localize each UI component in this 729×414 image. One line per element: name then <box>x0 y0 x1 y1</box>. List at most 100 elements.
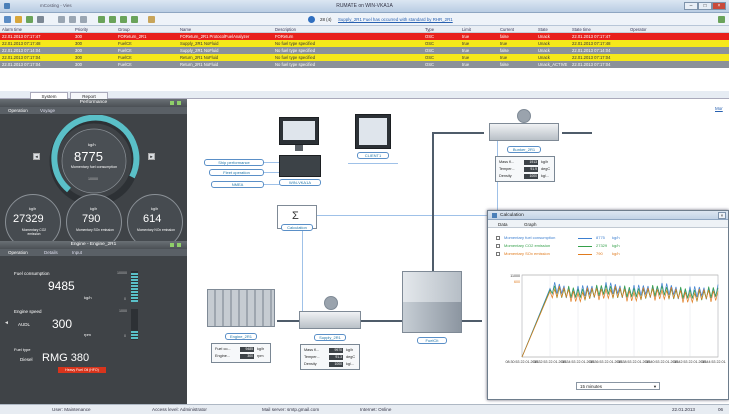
alarm-row[interactable]: 22.01.2013 07:14:04 300 FuelCIt Supply_2R1 … <box>0 47 729 54</box>
alarm-row[interactable]: 22.01.2013 07:17:47 300 FOReturn_2R1 FORetu… <box>0 33 729 40</box>
engine-speed-value: 300 <box>52 317 73 331</box>
fuel-tank-icon[interactable] <box>402 271 462 333</box>
monitor-icon[interactable] <box>279 117 319 145</box>
subtab-engine-input[interactable]: Input <box>72 249 82 256</box>
column-header[interactable]: Description <box>275 26 296 33</box>
sigma-symbol: Σ <box>292 210 299 222</box>
alarm-cell: false <box>500 34 509 39</box>
gauge-left-button[interactable]: ◄ <box>33 153 40 160</box>
legend-swatch <box>578 238 592 239</box>
speed-left-button[interactable]: ◄ <box>4 320 9 326</box>
refresh-icon[interactable] <box>69 16 76 23</box>
server-node[interactable]: WIN-VKA1A <box>279 179 321 186</box>
more-link[interactable]: Mor <box>715 106 723 111</box>
engine-close-icon[interactable] <box>177 243 181 247</box>
column-header[interactable]: State <box>538 26 548 33</box>
column-header[interactable]: Type <box>425 26 434 33</box>
time-range-dropdown[interactable]: 15 minutes ▼ <box>576 382 660 390</box>
client-node[interactable]: CLIENT1 <box>357 152 389 159</box>
bunker-flowmeter-icon[interactable] <box>489 123 559 141</box>
ship-performance-node[interactable]: Ship performance <box>204 159 264 166</box>
legend-unit: kg/h <box>612 243 620 248</box>
supply-flowmeter-icon[interactable] <box>299 311 361 329</box>
alarm-cell: 300 <box>75 34 82 39</box>
nmea-node[interactable]: NMEA <box>211 181 264 188</box>
calc-tab-data[interactable]: Data <box>498 222 508 227</box>
supply-node[interactable]: Supply_2R1 <box>314 334 346 341</box>
engine-pin-icon[interactable] <box>170 243 174 247</box>
column-header[interactable]: Priority <box>75 26 88 33</box>
alarm-row[interactable]: 22.01.2013 07:17:04 300 FuelCIt Return_2R1 … <box>0 54 729 61</box>
check-icon[interactable] <box>718 16 725 23</box>
alarm-row[interactable]: 22.01.2013 07:17:04 300 FuelCIt Return_2R1 … <box>0 61 729 68</box>
minimize-button[interactable]: – <box>684 2 698 10</box>
alarm-cell: FuelCIt <box>118 62 132 67</box>
pipe <box>432 132 484 134</box>
alarm-cell: Supply_2R1 NoFluid <box>180 41 219 46</box>
legend-swatch <box>578 254 592 255</box>
left-panel: Performance Operation Voyage kg/h 8775 M… <box>0 99 187 404</box>
alarm-cell: Unack <box>538 34 550 39</box>
alarm-icon[interactable] <box>15 16 22 23</box>
column-header[interactable]: Limit <box>462 26 471 33</box>
print-icon[interactable] <box>37 16 44 23</box>
legend-value: 8775 <box>596 235 605 240</box>
subtab-engine-operation[interactable]: Operation <box>8 249 28 256</box>
alarm-info-link[interactable]: Supply_2R1 Fuel has occurred with standa… <box>338 17 453 22</box>
forward-icon[interactable] <box>109 16 116 23</box>
help-icon[interactable] <box>148 16 155 23</box>
server-icon[interactable] <box>279 155 321 177</box>
acknowledge-icon[interactable] <box>26 16 33 23</box>
pin-icon[interactable] <box>170 101 174 105</box>
column-header[interactable]: State time <box>572 26 591 33</box>
alarm-row[interactable]: 22.01.2013 07:17:48 300 FuelCIt Supply_2R1 … <box>0 40 729 47</box>
column-header[interactable]: Name <box>180 26 191 33</box>
calc-tab-graph[interactable]: Graph <box>524 222 537 227</box>
readout-value: 1000 <box>329 362 343 367</box>
calc-close-button[interactable]: × <box>718 212 726 219</box>
down-icon[interactable] <box>131 16 138 23</box>
fuel-warning-badge: Heavy Fuel Oil (HFO) <box>58 367 106 373</box>
fuel-tank-node[interactable]: FuelCIt <box>417 337 447 344</box>
alarm-cell: 22.01.2013 07:17:47 <box>572 34 611 39</box>
open-icon[interactable] <box>4 16 11 23</box>
engine-machine-icon[interactable] <box>207 289 275 327</box>
bunker-readout: Mass fl... 1913 kg/h Temper... 91.9 degC Densi… <box>495 156 555 182</box>
legend-checkbox[interactable] <box>496 252 500 256</box>
alarm-cell: 22.01.2013 07:17:47 <box>2 34 41 39</box>
alarm-cell: OSC <box>425 34 435 39</box>
close-button[interactable]: × <box>712 2 726 10</box>
client-icon[interactable] <box>355 114 391 149</box>
gauge-right-button[interactable]: ► <box>148 153 155 160</box>
calc-window-title: Calculation <box>500 213 524 218</box>
subtab-voyage[interactable]: Voyage <box>40 107 55 114</box>
legend-checkbox[interactable] <box>496 236 500 240</box>
readout-unit: kg/... <box>346 362 355 366</box>
column-header[interactable]: Operator <box>630 26 647 33</box>
gauge-value: 8775 <box>74 149 103 164</box>
alarm-cell: true <box>462 41 470 46</box>
column-header[interactable]: Group <box>118 26 130 33</box>
performance-subtabs: Operation Voyage <box>0 107 187 114</box>
fuel-min: 0 <box>124 297 126 301</box>
fleet-operation-node[interactable]: Fleet operation <box>209 169 264 176</box>
subtab-operation[interactable]: Operation <box>8 107 28 114</box>
pipe <box>562 132 592 134</box>
readout-value: 1913 <box>524 160 538 165</box>
settings-icon[interactable] <box>80 16 87 23</box>
calculation-node[interactable]: Calculation <box>281 224 313 231</box>
close-panel-icon[interactable] <box>177 101 181 105</box>
up-icon[interactable] <box>120 16 127 23</box>
tab-report[interactable]: Report <box>70 92 108 99</box>
tab-system[interactable]: System <box>30 92 68 99</box>
subtab-engine-details[interactable]: Details <box>44 249 58 256</box>
bunker-node[interactable]: Bunker_2R1 <box>507 146 541 153</box>
maximize-button[interactable]: □ <box>698 2 712 10</box>
column-header[interactable]: Current <box>500 26 514 33</box>
legend-checkbox[interactable] <box>496 244 500 248</box>
back-icon[interactable] <box>98 16 105 23</box>
alarm-cell: true <box>462 34 470 39</box>
engine-node[interactable]: Engine_2R1 <box>225 333 257 340</box>
column-header[interactable]: Alarm time <box>2 26 22 33</box>
filter-icon[interactable] <box>58 16 65 23</box>
